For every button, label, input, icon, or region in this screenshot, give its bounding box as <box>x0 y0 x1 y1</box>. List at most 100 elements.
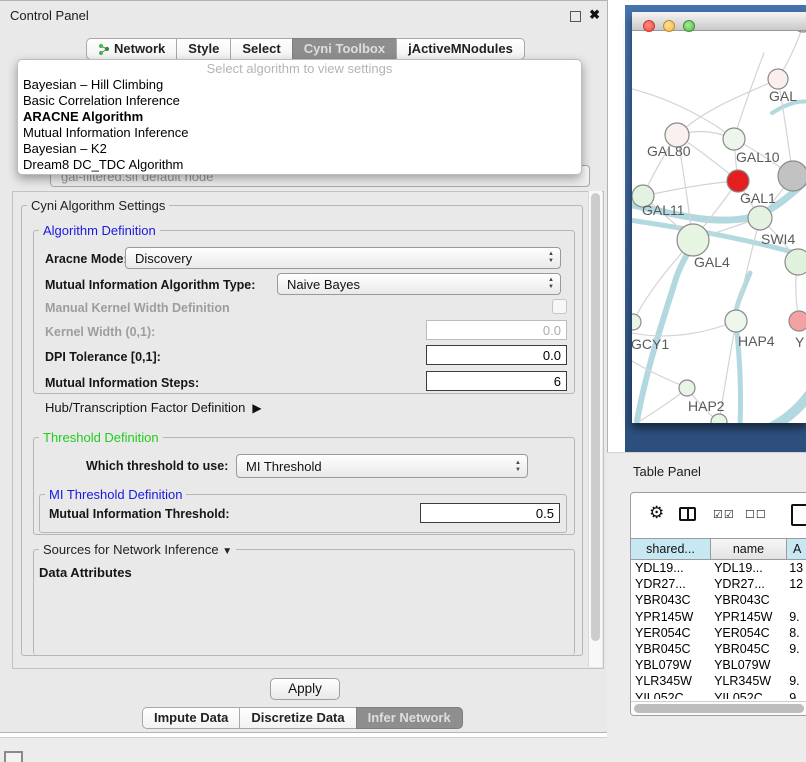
table-cell[interactable]: YER054C <box>631 625 710 641</box>
network-node[interactable] <box>748 206 772 230</box>
network-node[interactable] <box>632 314 641 330</box>
table-cell[interactable]: YDL19... <box>631 560 710 576</box>
table-row[interactable]: YDR27...YDR27...12 <box>631 576 806 592</box>
algorithm-option[interactable]: Bayesian – K2 <box>18 141 581 157</box>
screen: Control Panel ✖ Network Style Select Cyn… <box>0 0 806 762</box>
table-cell[interactable]: YPR145W <box>710 609 785 625</box>
float-window-icon[interactable] <box>570 11 581 22</box>
sources-toggle[interactable]: Sources for Network Inference ▼ <box>39 542 236 557</box>
table-rows[interactable]: YDL19...YDL19...13YDR27...YDR27...12YBR0… <box>631 560 806 699</box>
table-row[interactable]: YDL19...YDL19...13 <box>631 560 806 576</box>
table-cell[interactable]: YBR045C <box>631 641 710 657</box>
network-node-label: GCY1 <box>632 336 669 352</box>
table-cell[interactable]: 9. <box>785 609 806 625</box>
close-icon[interactable]: ✖ <box>589 7 600 23</box>
collapsed-arrow-icon: ▶ <box>249 401 262 415</box>
network-node-label: GAL80 <box>647 143 691 159</box>
network-node[interactable] <box>711 414 727 423</box>
manual-kernel-checkbox[interactable] <box>552 299 567 314</box>
table-cell[interactable]: 9. <box>785 673 806 689</box>
algorithm-option[interactable]: Bayesian – Hill Climbing <box>18 77 581 93</box>
network-node[interactable] <box>725 310 747 332</box>
hub-definition-toggle[interactable]: Hub/Transcription Factor Definition ▶ <box>45 400 262 415</box>
tab-style[interactable]: Style <box>176 38 231 60</box>
algorithm-option[interactable]: Dream8 DC_TDC Algorithm <box>18 157 581 173</box>
network-node[interactable] <box>679 380 695 396</box>
tab-select[interactable]: Select <box>230 38 292 60</box>
table-row[interactable]: YPR145WYPR145W9. <box>631 609 806 625</box>
table-cell[interactable]: YDR27... <box>710 576 785 592</box>
network-node[interactable] <box>723 128 745 150</box>
which-threshold-combobox[interactable]: MI Threshold ▲▼ <box>236 454 528 478</box>
table-cell[interactable]: YBR043C <box>710 592 785 608</box>
gear-icon[interactable]: ⚙ <box>649 503 664 523</box>
network-window-titlebar[interactable] <box>632 12 806 31</box>
kernel-width-field[interactable]: 0.0 <box>426 320 567 340</box>
table-row[interactable]: YIL052CYIL052C9 <box>631 690 806 700</box>
table-row[interactable]: YER054CYER054C8. <box>631 625 806 641</box>
mi-threshold-definition-label: MI Threshold Definition <box>45 487 186 502</box>
network-node[interactable] <box>768 69 788 89</box>
table-cell[interactable]: YPR145W <box>631 609 710 625</box>
deselect-all-columns-icon[interactable]: ☐☐ <box>745 508 767 521</box>
algorithm-option-selected[interactable]: ARACNE Algorithm <box>18 109 581 125</box>
tab-cyni-toolbox[interactable]: Cyni Toolbox <box>292 38 397 60</box>
network-node[interactable] <box>727 170 749 192</box>
table-row[interactable]: YBL079WYBL079W <box>631 657 806 673</box>
table-cell[interactable]: YIL052C <box>710 690 785 700</box>
column-header-name[interactable]: name <box>710 538 787 560</box>
table-panel-title: Table Panel <box>633 464 701 479</box>
column-header-shared-name[interactable]: shared... <box>630 538 711 560</box>
mi-threshold-field[interactable]: 0.5 <box>420 503 560 523</box>
import-table-icon[interactable] <box>791 504 806 526</box>
aracne-mode-combobox[interactable]: Discovery ▲▼ <box>125 247 561 269</box>
select-all-columns-icon[interactable]: ☑☑ <box>713 508 735 521</box>
table-row[interactable]: YBR045CYBR045C9. <box>631 641 806 657</box>
tab-discretize-data[interactable]: Discretize Data <box>239 707 356 729</box>
algorithm-option[interactable]: Mutual Information Inference <box>18 125 581 141</box>
table-cell[interactable]: 9. <box>785 641 806 657</box>
table-cell[interactable]: YLR345W <box>631 673 710 689</box>
combo-arrows-icon: ▲▼ <box>548 251 554 265</box>
apply-button[interactable]: Apply <box>270 678 340 700</box>
algorithm-option[interactable]: Basic Correlation Inference <box>18 93 581 109</box>
dock-icon[interactable] <box>4 751 23 762</box>
network-svg: GALGAL80GAL10GAL1GAL11SWI4GAL4GCY1HAP4YH… <box>632 31 806 423</box>
mi-algorithm-type-combobox[interactable]: Naive Bayes ▲▼ <box>277 273 561 295</box>
table-cell[interactable]: YBL079W <box>631 657 710 673</box>
network-node[interactable] <box>793 31 806 32</box>
mi-steps-field[interactable]: 6 <box>426 371 567 391</box>
table-cell[interactable]: 8. <box>785 625 806 641</box>
table-cell[interactable]: YIL052C <box>631 690 710 700</box>
table-row[interactable]: YLR345WYLR345W9. <box>631 673 806 689</box>
table-cell[interactable]: YER054C <box>710 625 785 641</box>
table-cell[interactable]: YDR27... <box>631 576 710 592</box>
network-node[interactable] <box>677 224 709 256</box>
table-cell[interactable]: 12 <box>785 576 806 592</box>
table-row[interactable]: YBR043CYBR043C <box>631 592 806 608</box>
split-view-icon[interactable] <box>679 507 696 521</box>
tab-impute-data[interactable]: Impute Data <box>142 707 240 729</box>
table-cell[interactable]: YBL079W <box>710 657 785 673</box>
network-node[interactable] <box>789 311 806 331</box>
network-window[interactable]: GALGAL80GAL10GAL1GAL11SWI4GAL4GCY1HAP4YH… <box>632 12 806 423</box>
settings-vertical-scrollbar[interactable] <box>588 191 602 667</box>
hub-definition-label: Hub/Transcription Factor Definition <box>45 400 245 415</box>
table-cell[interactable]: YLR345W <box>710 673 785 689</box>
table-cell[interactable] <box>785 657 806 673</box>
column-header-partial[interactable]: A <box>786 538 806 560</box>
network-canvas[interactable]: GALGAL80GAL10GAL1GAL11SWI4GAL4GCY1HAP4YH… <box>632 31 806 423</box>
tab-infer-network[interactable]: Infer Network <box>356 707 463 729</box>
table-cell[interactable]: 9 <box>785 690 806 700</box>
dpi-tolerance-field[interactable]: 0.0 <box>426 345 567 365</box>
tab-jactivemnodules[interactable]: jActiveMNodules <box>396 38 525 60</box>
network-node[interactable] <box>785 249 806 275</box>
network-node[interactable] <box>778 161 806 191</box>
table-cell[interactable]: 13 <box>785 560 806 576</box>
table-cell[interactable]: YBR045C <box>710 641 785 657</box>
tab-network[interactable]: Network <box>86 38 177 60</box>
table-cell[interactable]: YDL19... <box>710 560 785 576</box>
table-cell[interactable] <box>785 592 806 608</box>
table-cell[interactable]: YBR043C <box>631 592 710 608</box>
table-horizontal-scrollbar[interactable] <box>631 701 806 715</box>
